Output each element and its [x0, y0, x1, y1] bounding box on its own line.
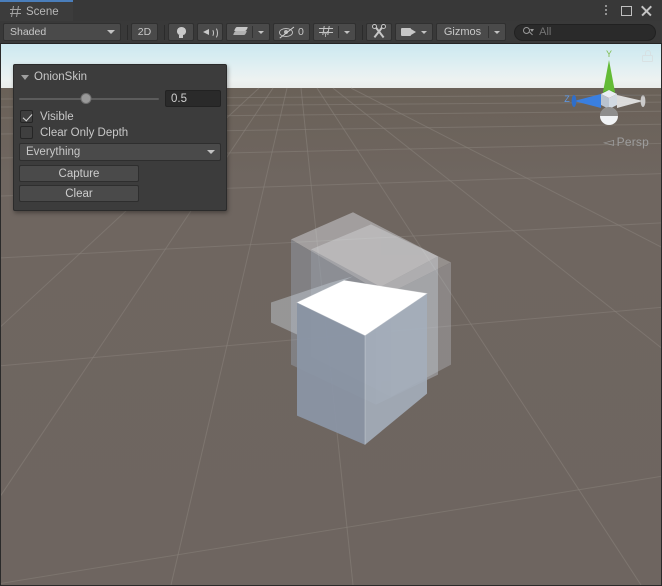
close-button[interactable]: [637, 2, 655, 20]
grid-visibility-group[interactable]: Y: [312, 23, 356, 41]
hidden-objects-group[interactable]: 0: [273, 23, 310, 41]
scene-camera-group[interactable]: [394, 23, 433, 41]
grid-dropdown-button[interactable]: [339, 24, 355, 40]
visible-label: Visible: [40, 110, 74, 123]
scene-tools-icon: [371, 24, 386, 39]
opacity-value-field[interactable]: 0.5: [165, 90, 221, 107]
draw-mode-label: Shaded: [10, 26, 47, 38]
projection-mode-text: Persp: [616, 135, 649, 149]
effects-layers-icon: [232, 26, 249, 38]
lightbulb-icon: [176, 27, 186, 38]
fx-dropdown-group[interactable]: [226, 23, 270, 41]
gizmos-label: Gizmos: [443, 26, 482, 38]
layer-mask-label: Everything: [26, 146, 81, 158]
capture-button[interactable]: Capture: [19, 165, 139, 182]
projection-mode-label[interactable]: ◅ Persp: [603, 135, 649, 149]
kebab-menu-button[interactable]: [597, 2, 615, 20]
hidden-objects-button[interactable]: 0: [274, 24, 309, 40]
projection-arrow-icon: ◅: [603, 135, 615, 149]
maximize-button[interactable]: [617, 2, 635, 20]
scene-camera-button[interactable]: [396, 24, 421, 40]
scene-toolbar: Shaded 2D 0 Y Gizmos All: [0, 21, 662, 44]
visible-checkbox[interactable]: [20, 110, 33, 123]
audio-toggle-button[interactable]: [197, 23, 223, 41]
slider-thumb[interactable]: [80, 93, 92, 104]
chevron-down-icon: [258, 30, 264, 34]
search-magnifier-icon: [523, 27, 535, 37]
hidden-eye-icon: [279, 26, 295, 39]
onion-skin-title: OnionSkin: [34, 71, 88, 83]
search-placeholder-text: All: [539, 25, 552, 38]
toggle-2d-label: 2D: [137, 26, 152, 38]
window-controls: [597, 0, 662, 21]
chevron-down-icon: [207, 150, 215, 154]
gizmos-group[interactable]: Gizmos: [435, 23, 507, 41]
tabbar-spacer: [73, 0, 597, 21]
hash-grid-icon: [10, 6, 21, 17]
unity-scene-window: Scene Shaded 2D 0 Y Gizmos All Y Z ◅ Per…: [0, 0, 662, 586]
scene-tools-button[interactable]: [365, 23, 392, 41]
hidden-objects-count: 0: [298, 26, 304, 38]
foldout-triangle-down-icon[interactable]: [21, 74, 29, 80]
clear-button[interactable]: Clear: [19, 185, 139, 202]
capture-button-label: Capture: [58, 167, 100, 180]
grid-toggle-button[interactable]: Y: [314, 24, 338, 40]
gizmo-lock-icon[interactable]: [642, 50, 653, 62]
audio-speaker-icon: [203, 26, 218, 39]
gizmos-button[interactable]: Gizmos: [437, 24, 488, 40]
clear-button-label: Clear: [65, 187, 93, 200]
scene-viewport[interactable]: Y Z ◅ Persp OnionSkin 0.5 Visible Clear …: [0, 44, 662, 586]
layer-mask-dropdown[interactable]: Everything: [19, 143, 221, 161]
toolbar-separator: [127, 24, 128, 40]
tab-scene[interactable]: Scene: [0, 0, 73, 21]
opacity-row: 0.5: [19, 90, 221, 107]
opacity-slider[interactable]: [19, 92, 159, 106]
lighting-toggle-button[interactable]: [168, 23, 194, 41]
clear-only-depth-checkbox[interactable]: [20, 126, 33, 139]
onion-skin-overlay-panel[interactable]: OnionSkin 0.5 Visible Clear Only Depth E…: [13, 64, 227, 211]
toggle-2d-button[interactable]: 2D: [131, 23, 158, 41]
chevron-down-icon: [343, 30, 350, 34]
tab-scene-label: Scene: [26, 5, 59, 18]
gizmos-dropdown-button[interactable]: [489, 24, 505, 40]
toolbar-separator: [361, 24, 363, 40]
camera-icon: [400, 27, 416, 37]
toolbar-separator: [164, 24, 165, 40]
chevron-down-icon: [107, 30, 115, 34]
visible-checkbox-row[interactable]: Visible: [20, 110, 221, 123]
scene-camera-dropdown-button[interactable]: [420, 24, 432, 40]
chevron-down-icon: [494, 30, 501, 34]
search-input[interactable]: All: [514, 23, 656, 41]
opacity-value-text: 0.5: [171, 92, 187, 105]
grid-visibility-icon: Y: [318, 26, 333, 39]
draw-mode-dropdown[interactable]: Shaded: [3, 23, 121, 41]
close-icon: [640, 5, 652, 17]
kebab-menu-icon: [604, 4, 608, 17]
window-tabbar: Scene: [0, 0, 662, 21]
clear-only-depth-label: Clear Only Depth: [40, 126, 129, 139]
fx-dropdown-button[interactable]: [253, 24, 269, 40]
maximize-icon: [620, 5, 632, 16]
fx-toggle-button[interactable]: [227, 24, 252, 40]
onion-skin-header[interactable]: OnionSkin: [19, 70, 221, 87]
clear-only-depth-checkbox-row[interactable]: Clear Only Depth: [20, 126, 221, 139]
chevron-down-icon: [420, 30, 427, 34]
